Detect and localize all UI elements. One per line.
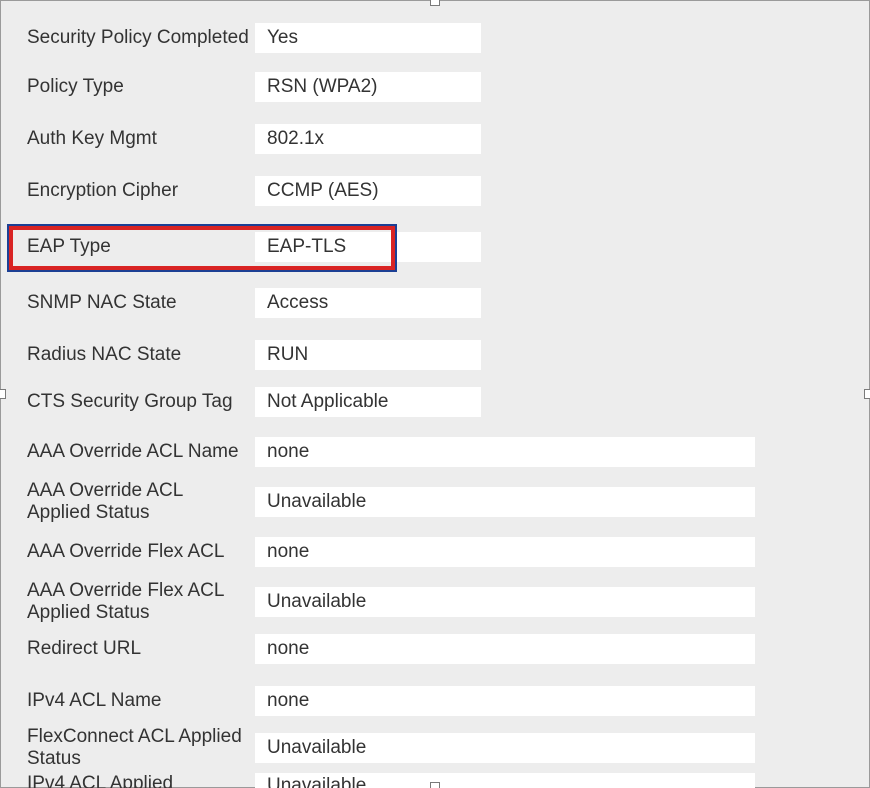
value-redirect-url: none xyxy=(255,634,755,664)
resize-handle-bottom[interactable] xyxy=(430,782,440,788)
resize-handle-top[interactable] xyxy=(430,0,440,6)
row-encryption-cipher: Encryption Cipher CCMP (AES) xyxy=(1,173,869,209)
row-aaa-override-flex-acl: AAA Override Flex ACL none xyxy=(1,527,869,577)
value-cts-security-group-tag: Not Applicable xyxy=(255,387,481,417)
label-ipv4-acl-name: IPv4 ACL Name xyxy=(27,690,255,712)
label-auth-key-mgmt: Auth Key Mgmt xyxy=(27,128,255,150)
row-policy-type: Policy Type RSN (WPA2) xyxy=(1,69,869,105)
row-flexconnect-acl-applied: FlexConnect ACL Applied Status Unavailab… xyxy=(1,723,869,773)
label-cts-security-group-tag: CTS Security Group Tag xyxy=(27,391,255,413)
row-snmp-nac-state: SNMP NAC State Access xyxy=(1,285,869,321)
value-radius-nac-state: RUN xyxy=(255,340,481,370)
row-redirect-url: Redirect URL none xyxy=(1,631,869,667)
row-auth-key-mgmt: Auth Key Mgmt 802.1x xyxy=(1,121,869,157)
row-ipv4-acl-name: IPv4 ACL Name none xyxy=(1,683,869,719)
value-ipv4-acl-name: none xyxy=(255,686,755,716)
label-ipv4-acl-applied: IPv4 ACL Applied xyxy=(27,773,255,788)
row-radius-nac-state: Radius NAC State RUN xyxy=(1,337,869,373)
value-flexconnect-acl-applied: Unavailable xyxy=(255,733,755,763)
label-eap-type: EAP Type xyxy=(27,236,255,258)
value-aaa-override-acl-name: none xyxy=(255,437,755,467)
value-security-policy-completed: Yes xyxy=(255,23,481,53)
row-aaa-override-acl-applied: AAA Override ACL Applied Status Unavaila… xyxy=(1,477,869,527)
label-policy-type: Policy Type xyxy=(27,76,255,98)
client-detail-panel: Security Policy Completed Yes Policy Typ… xyxy=(0,0,870,788)
value-policy-type: RSN (WPA2) xyxy=(255,72,481,102)
value-auth-key-mgmt: 802.1x xyxy=(255,124,481,154)
label-security-policy-completed: Security Policy Completed xyxy=(27,27,255,49)
value-eap-type: EAP-TLS xyxy=(255,232,481,262)
label-encryption-cipher: Encryption Cipher xyxy=(27,180,255,202)
label-aaa-override-flex-applied: AAA Override Flex ACL Applied Status xyxy=(27,580,255,624)
row-cts-security-group-tag: CTS Security Group Tag Not Applicable xyxy=(1,377,869,427)
label-aaa-override-acl-applied: AAA Override ACL Applied Status xyxy=(27,480,255,524)
label-flexconnect-acl-applied: FlexConnect ACL Applied Status xyxy=(27,726,255,770)
row-security-policy-completed: Security Policy Completed Yes xyxy=(1,11,869,65)
resize-handle-right[interactable] xyxy=(864,389,870,399)
label-redirect-url: Redirect URL xyxy=(27,638,255,660)
value-aaa-override-acl-applied: Unavailable xyxy=(255,487,755,517)
label-aaa-override-acl-name: AAA Override ACL Name xyxy=(27,441,255,463)
label-radius-nac-state: Radius NAC State xyxy=(27,344,255,366)
row-eap-type: EAP Type EAP-TLS xyxy=(1,229,869,265)
value-ipv4-acl-applied: Unavailable xyxy=(255,773,755,788)
resize-handle-left[interactable] xyxy=(0,389,6,399)
label-aaa-override-flex-acl: AAA Override Flex ACL xyxy=(27,541,255,563)
row-aaa-override-acl-name: AAA Override ACL Name none xyxy=(1,427,869,477)
value-encryption-cipher: CCMP (AES) xyxy=(255,176,481,206)
value-aaa-override-flex-acl: none xyxy=(255,537,755,567)
properties-list: Security Policy Completed Yes Policy Typ… xyxy=(1,1,869,788)
value-snmp-nac-state: Access xyxy=(255,288,481,318)
label-snmp-nac-state: SNMP NAC State xyxy=(27,292,255,314)
row-aaa-override-flex-applied: AAA Override Flex ACL Applied Status Una… xyxy=(1,577,869,627)
value-aaa-override-flex-applied: Unavailable xyxy=(255,587,755,617)
